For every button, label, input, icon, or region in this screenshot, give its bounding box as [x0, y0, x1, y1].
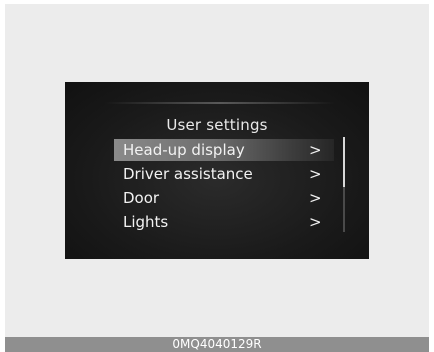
chevron-right-icon: >: [309, 213, 322, 231]
top-divider: [105, 102, 335, 104]
menu-item-label: Head-up display: [123, 141, 245, 159]
scrollbar-thumb[interactable]: [343, 137, 345, 187]
menu-item-driver-assistance[interactable]: Driver assistance >: [114, 163, 334, 185]
figure-code-bar: 0MQ4040129R: [5, 337, 429, 352]
menu-item-label: Lights: [123, 213, 169, 231]
menu-item-label: Driver assistance: [123, 165, 253, 183]
menu-item-lights[interactable]: Lights >: [114, 211, 334, 233]
scrollbar[interactable]: [343, 137, 345, 232]
chevron-right-icon: >: [309, 189, 322, 207]
page-title: User settings: [166, 116, 268, 134]
figure-code: 0MQ4040129R: [172, 337, 262, 351]
menu-item-label: Door: [123, 189, 160, 207]
menu-item-door[interactable]: Door >: [114, 187, 334, 209]
cluster-display-screen: User settings Head-up display > Driver a…: [65, 82, 369, 259]
chevron-right-icon: >: [309, 165, 322, 183]
chevron-right-icon: >: [309, 141, 322, 159]
menu-item-head-up-display[interactable]: Head-up display >: [114, 139, 334, 161]
